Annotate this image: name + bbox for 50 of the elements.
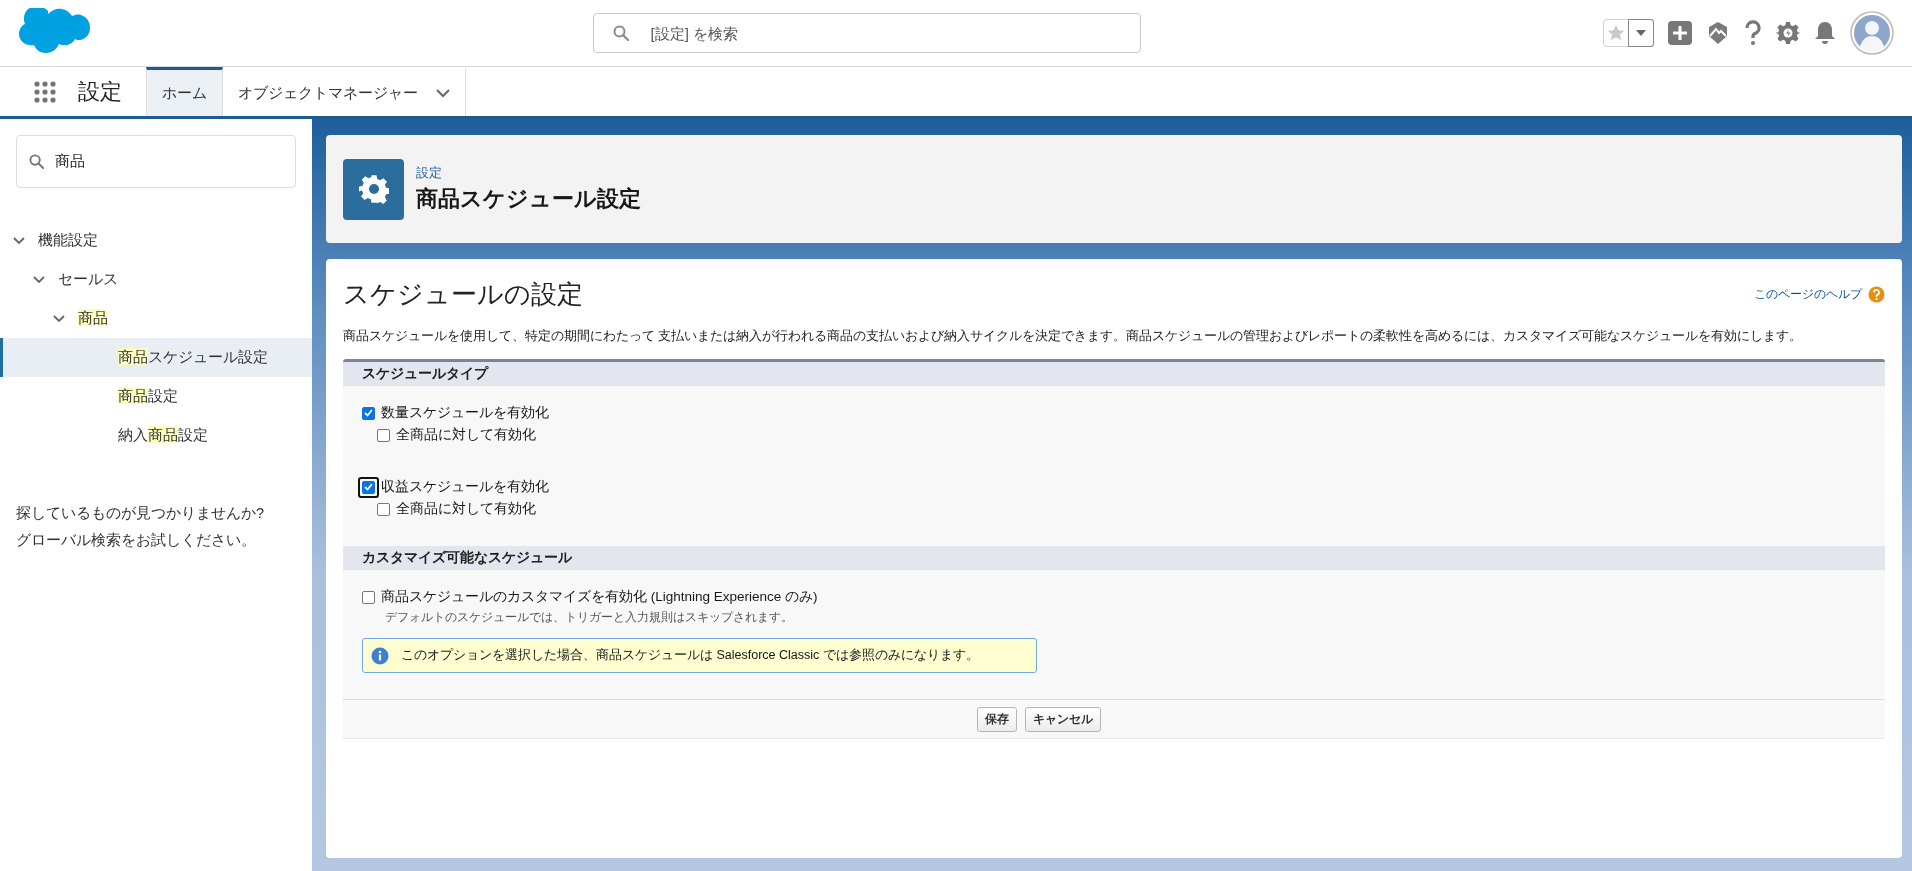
chevron-down-icon[interactable] <box>33 275 45 284</box>
description-text: 商品スケジュールを使用して、特定の期間にわたって 支払いまたは納入が行われる商品の支払いおよび納入サイクルを決定できます。商品スケジュールの管理およびレポートの柔軟性を高めるには、カスタマイズ可能なスケジュールを有効にします。 <box>343 328 1804 345</box>
chevron-down-icon[interactable] <box>436 88 450 98</box>
info-text: このオプションを選択した場合、商品スケジュールは Salesforce Classic では参照のみになります。 <box>401 647 979 664</box>
nav-tab[interactable]: オブジェクトマネージャー <box>223 67 466 116</box>
avatar[interactable] <box>1850 11 1894 55</box>
checkbox-label: 全商品に対して有効化 <box>396 500 536 518</box>
checkbox[interactable] <box>362 406 375 420</box>
form-button[interactable]: 保存 <box>977 707 1017 732</box>
checkbox[interactable] <box>362 590 375 604</box>
chevron-down-icon[interactable] <box>53 314 65 323</box>
app-launcher-icon[interactable] <box>34 80 56 103</box>
breadcrumb-link[interactable]: 設定 <box>416 164 641 182</box>
search-field[interactable]: 商品 <box>16 135 296 188</box>
tree-item[interactable]: 機能設定 <box>38 231 98 250</box>
tree-item[interactable]: 商品スケジュール設定 <box>118 348 268 367</box>
form-button[interactable]: キャンセル <box>1025 707 1101 732</box>
mountain-icon[interactable] <box>1706 21 1730 45</box>
page-title: 商品スケジュール設定 <box>416 185 641 213</box>
search-icon <box>29 154 44 169</box>
help-icon[interactable] <box>1744 20 1762 46</box>
search-field[interactable]: [設定] を検索 <box>592 13 1141 53</box>
setup-gear-icon <box>343 158 404 220</box>
notifications-icon[interactable] <box>1814 21 1836 45</box>
info-icon <box>371 646 389 665</box>
checkbox-label: 数量スケジュールを有効化 <box>381 404 549 422</box>
tree-item[interactable]: 商品 <box>78 309 108 328</box>
search-icon <box>612 25 629 41</box>
plus-icon[interactable] <box>1668 21 1692 45</box>
help-text: 探しているものが見つかりませんか? グローバル検索をお試しください。 <box>16 504 266 550</box>
checkbox[interactable] <box>377 502 390 516</box>
section-heading: スケジュールタイプ <box>362 365 488 383</box>
tree-item[interactable]: 商品設定 <box>118 387 178 406</box>
section-heading: カスタマイズ可能なスケジュール <box>362 549 572 567</box>
hint-text: デフォルトのスケジュールでは、トリガーと入力規則はスキップされます。 <box>384 609 794 626</box>
favorites-menu-button[interactable] <box>1627 19 1654 47</box>
tree-item[interactable]: セールス <box>58 270 118 289</box>
checkbox[interactable] <box>377 428 390 442</box>
checkbox-label: 全商品に対して有効化 <box>396 426 536 444</box>
checkbox-label: 収益スケジュールを有効化 <box>381 478 549 496</box>
help-icon[interactable] <box>1868 286 1885 303</box>
tree-item[interactable]: 納入商品設定 <box>118 426 208 445</box>
settings-icon[interactable] <box>1776 21 1800 45</box>
chevron-down-icon[interactable] <box>13 236 25 245</box>
help-link[interactable]: このページのヘルプ <box>1754 286 1862 303</box>
app-name: 設定 <box>77 77 123 106</box>
caret-icon[interactable] <box>1635 30 1646 36</box>
checkbox-label: 商品スケジュールのカスタマイズを有効化 (Lightning Experience のみ) <box>381 588 818 606</box>
nav-tab[interactable]: ホーム <box>146 67 223 116</box>
section-title: スケジュールの設定 <box>343 278 583 311</box>
